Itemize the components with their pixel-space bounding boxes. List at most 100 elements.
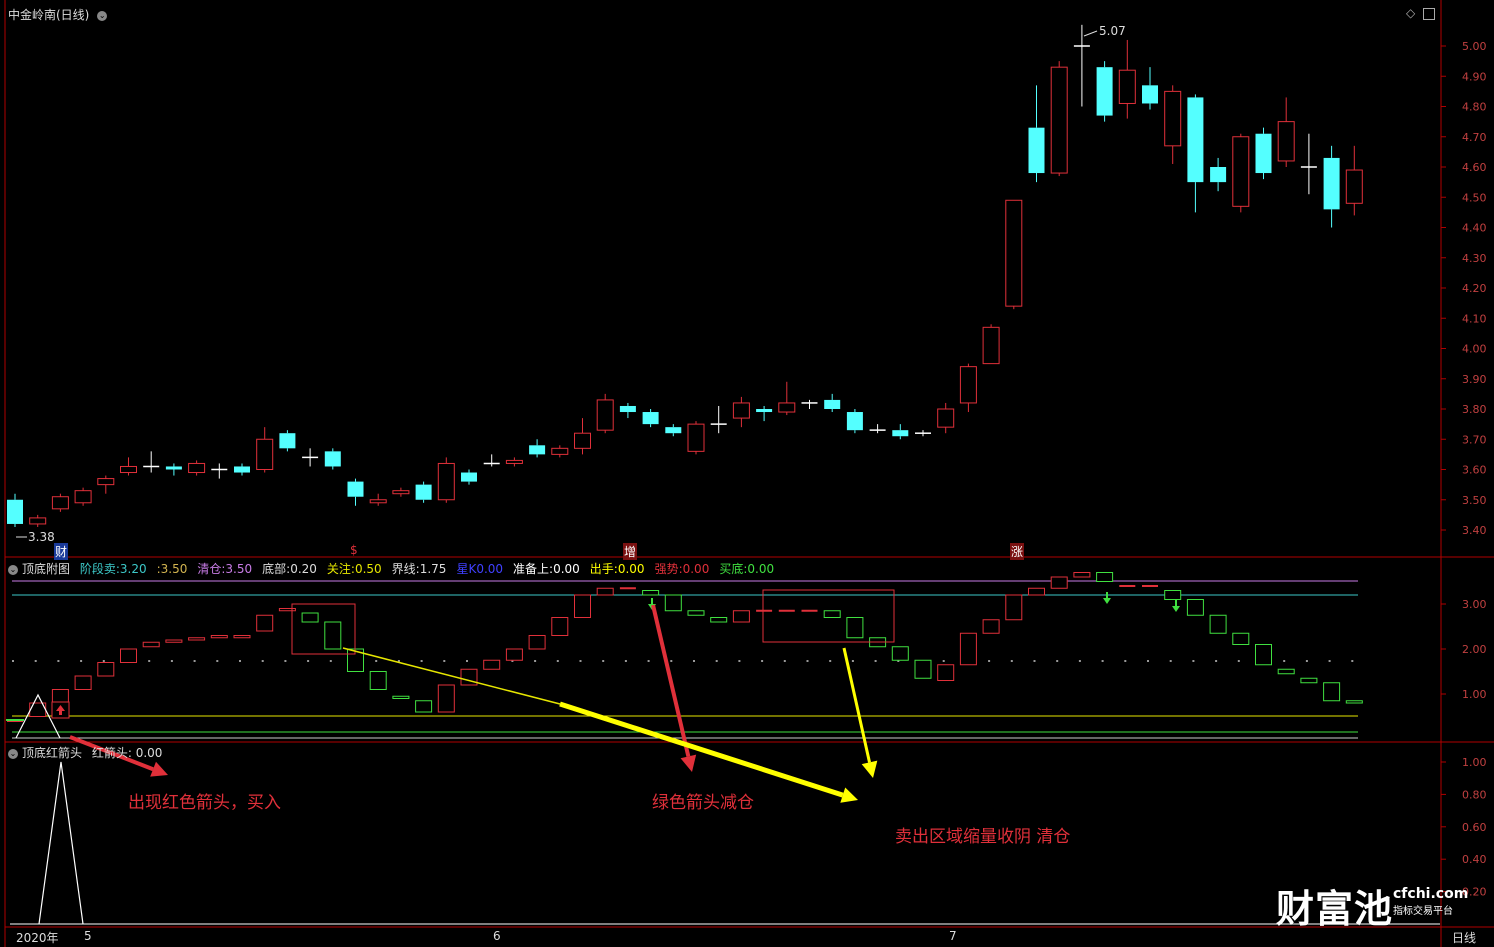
event-marker-rise[interactable]: 涨: [1010, 543, 1025, 560]
candle-up: [97, 478, 115, 486]
sell-zone-box: [291, 603, 356, 655]
indicator-item-value: 0.50: [354, 562, 382, 576]
ind-dot: [1078, 660, 1081, 662]
ind-bar-up: [142, 641, 160, 648]
ind-y-tick-label: 2.00: [1462, 643, 1487, 656]
stock-title: 中金岭南(日线): [8, 8, 90, 22]
maximize-icon[interactable]: [1423, 7, 1436, 20]
event-marker-dividend[interactable]: $: [350, 543, 358, 557]
ind-bar-up: [165, 639, 183, 643]
ind-dot: [806, 660, 809, 662]
ind-bar-down: [1323, 682, 1341, 702]
candle-down: [1028, 127, 1045, 174]
event-marker-increase[interactable]: 增: [623, 543, 638, 560]
ind-dot: [1215, 660, 1218, 662]
ind-dot: [783, 660, 786, 662]
ind-bar-down: [823, 610, 841, 618]
candle-up: [120, 465, 137, 474]
ind-bar-down: [687, 610, 705, 616]
ind-dot: [579, 660, 582, 662]
ind-y-tick-label: 1.00: [1462, 688, 1487, 701]
candle-up: [1232, 136, 1250, 207]
candle-down: [1323, 157, 1340, 210]
ind-dot: [12, 660, 14, 662]
ind-dot: [715, 660, 718, 662]
candle-up: [574, 432, 591, 449]
ind-dot: [851, 660, 854, 662]
x-label-month-5: 5: [84, 929, 92, 943]
ind-bar-down: [710, 617, 728, 623]
indicator-item-label: 星K: [456, 562, 477, 576]
main-y-tick-label: 4.10: [1462, 312, 1487, 325]
ind-bar-up: [1005, 594, 1023, 621]
candle-down: [165, 466, 182, 470]
dropdown-chevron-icon[interactable]: ⌄: [97, 10, 108, 21]
ind-bar-up: [483, 659, 501, 670]
ind-dot: [148, 660, 151, 662]
candlestick-panel: [7, 24, 1363, 538]
main-y-tick-label: 4.60: [1462, 161, 1487, 174]
candle-down: [347, 481, 364, 497]
indicator-item: 阶段卖:3.20: [80, 562, 147, 576]
candle-up: [392, 490, 410, 495]
ind-bar-up: [278, 608, 296, 612]
candle-down: [619, 405, 636, 413]
annotation-clear: 卖出区域缩量收阴 清仓: [895, 827, 1071, 847]
ind-bar-down: [642, 590, 660, 596]
indicator-item-value: 0.00: [476, 562, 504, 576]
main-y-tick-label: 4.30: [1462, 252, 1487, 265]
x-label-month-6: 6: [493, 929, 501, 943]
indicator-dropdown-icon[interactable]: ⌄: [8, 564, 18, 575]
ind-bar-up: [959, 632, 977, 666]
period-label[interactable]: 日线: [1452, 929, 1476, 946]
candle-up: [687, 423, 705, 452]
diamond-icon[interactable]: ◇: [1406, 6, 1415, 20]
ind-bar-down: [369, 671, 387, 690]
indicator-item: 准备上:0.00: [513, 562, 580, 576]
ind-bar-up: [97, 662, 115, 677]
ind-bar-down: [891, 646, 909, 661]
ind-bar-up: [210, 635, 228, 639]
watermark-text: cfchi.com 指标交易平台: [1393, 886, 1468, 917]
arrow-panel-name: 顶底红箭头: [22, 746, 83, 760]
arrow-y-tick-label: 0.80: [1462, 788, 1487, 801]
ind-bar-down: [324, 621, 342, 650]
indicator-item-value: 3.20: [119, 562, 147, 576]
ind-bar-up: [596, 587, 614, 596]
ind-bar-up: [1073, 572, 1091, 578]
indicator-item: 界线:1.75: [392, 562, 447, 576]
ind-dot: [1101, 660, 1104, 662]
ind-bar-up: [233, 635, 251, 639]
main-panel-header: 中金岭南(日线) ⌄: [8, 6, 111, 23]
indicator-panel-chart: [6, 572, 1363, 739]
candle-up: [505, 459, 523, 464]
candle-down: [461, 472, 477, 482]
indicator-item-label: 关注:: [326, 562, 355, 576]
ind-dot: [534, 660, 537, 662]
ind-dot: [874, 660, 877, 662]
ind-dot: [466, 660, 468, 662]
indicator-item-value: 3.50: [160, 562, 188, 576]
candle-up: [732, 402, 750, 419]
arrow-panel-dropdown-icon[interactable]: ⌄: [8, 748, 18, 759]
ind-bar-down: [1209, 614, 1227, 634]
ind-dot: [988, 660, 991, 662]
ind-bar-down: [664, 594, 682, 612]
ind-dot: [1237, 660, 1240, 662]
ind-bar-up: [574, 594, 591, 618]
ind-dot: [693, 660, 695, 662]
ind-bar-down: [1096, 572, 1114, 582]
ind-dot: [761, 660, 764, 662]
ind-bar-up: [188, 637, 206, 641]
ind-bar-up: [528, 635, 546, 650]
ind-dot: [329, 660, 332, 662]
arrow-y-tick-label: 1.00: [1462, 756, 1487, 769]
ind-dot: [1010, 660, 1013, 662]
candle-down: [1142, 85, 1158, 104]
candle-up: [1118, 69, 1136, 104]
event-marker-finance[interactable]: 财: [54, 543, 69, 560]
watermark: 财富池: [1276, 878, 1393, 933]
candle-up: [369, 499, 387, 504]
ind-bar-down: [846, 617, 864, 639]
ind-dot: [307, 660, 310, 662]
